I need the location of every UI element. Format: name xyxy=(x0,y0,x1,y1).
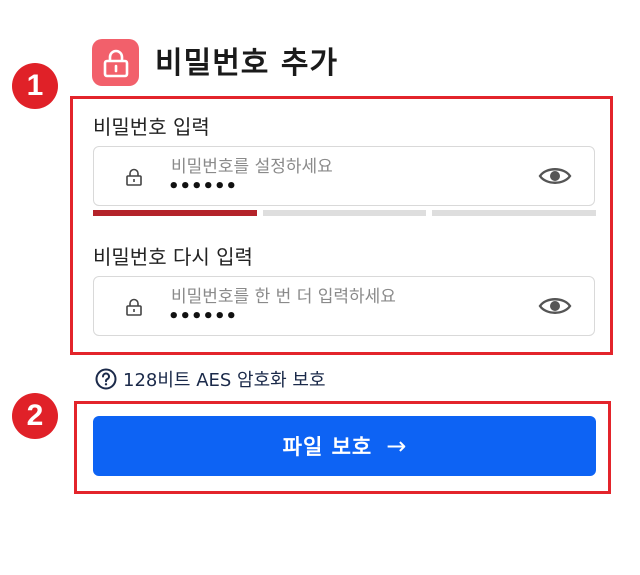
security-note: 128비트 AES 암호화 보호 xyxy=(95,366,326,392)
protect-file-label: 파일 보호 xyxy=(282,435,373,459)
step-marker-2: 2 xyxy=(12,393,58,439)
eye-icon[interactable] xyxy=(538,294,572,318)
lock-icon xyxy=(126,168,142,186)
protect-file-button[interactable]: 파일 보호 → xyxy=(93,416,596,476)
confirm-password-placeholder: 비밀번호를 한 번 더 입력하세요 xyxy=(171,287,396,307)
password-value: •••••• xyxy=(168,176,238,197)
step-marker-1: 1 xyxy=(12,63,58,109)
strength-segment-3 xyxy=(432,210,596,216)
password-field[interactable]: 비밀번호를 설정하세요 •••••• xyxy=(93,146,595,206)
strength-segment-2 xyxy=(263,210,426,216)
confirm-password-label: 비밀번호 다시 입력 xyxy=(93,245,253,269)
strength-segment-1 xyxy=(93,210,257,216)
confirm-password-value: •••••• xyxy=(168,306,238,327)
lock-icon xyxy=(92,39,139,86)
password-placeholder: 비밀번호를 설정하세요 xyxy=(171,157,333,177)
password-label: 비밀번호 입력 xyxy=(93,115,210,139)
confirm-password-field[interactable]: 비밀번호를 한 번 더 입력하세요 •••••• xyxy=(93,276,595,336)
help-icon[interactable] xyxy=(95,368,117,390)
lock-icon xyxy=(126,298,142,316)
arrow-right-icon: → xyxy=(386,432,407,460)
security-note-text: 128비트 AES 암호화 보호 xyxy=(123,370,326,391)
eye-icon[interactable] xyxy=(538,164,572,188)
page-title: 비밀번호 추가 xyxy=(155,46,339,81)
